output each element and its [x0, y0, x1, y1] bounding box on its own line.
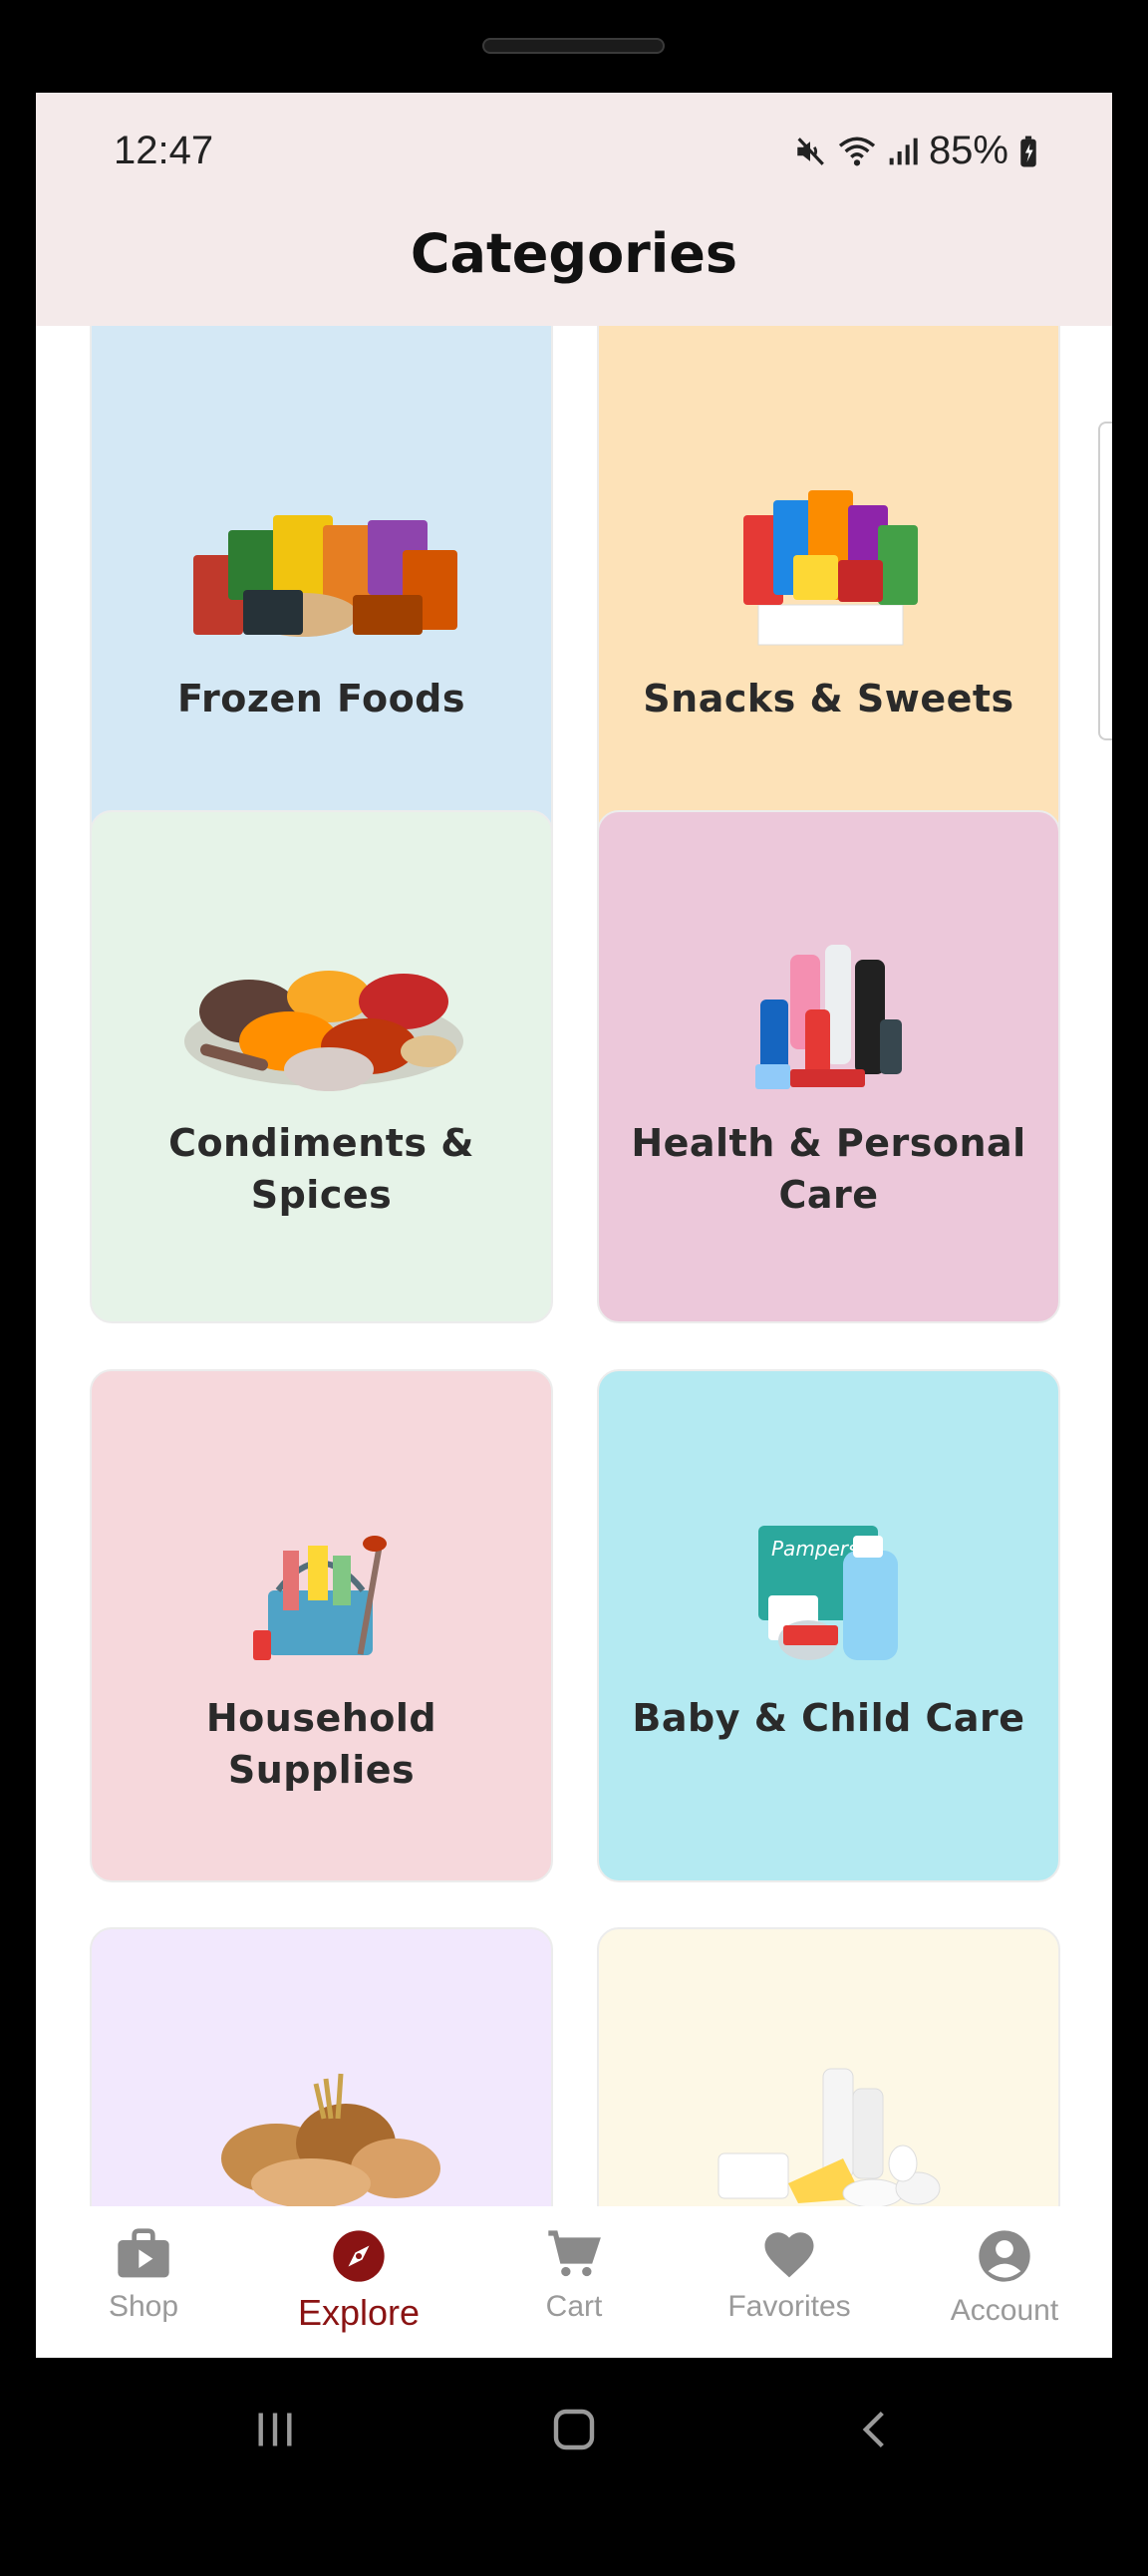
app-screen: Frozen Foods Snacks & Sweets Condiments … [36, 93, 1112, 2358]
frozen-foods-image [193, 515, 457, 637]
nav-label: Account [950, 2294, 1059, 2327]
snacks-sweets-image [743, 490, 918, 646]
home-icon[interactable] [550, 2406, 598, 2453]
category-label: Snacks & Sweets [643, 677, 1014, 720]
page-title: Categories [410, 222, 738, 285]
nav-item-account[interactable]: Account [897, 2206, 1112, 2358]
phone-frame: Frozen Foods Snacks & Sweets Condiments … [0, 0, 1148, 2576]
health-care-image [755, 945, 902, 1089]
app-header: 12:47 85% Categories [36, 93, 1112, 326]
category-label: Baby & Child Care [632, 1696, 1025, 1740]
earpiece-speaker [482, 38, 665, 54]
recent-apps-icon[interactable] [253, 2408, 297, 2451]
nav-label: Favorites [727, 2290, 851, 2323]
category-grid[interactable]: Frozen Foods Snacks & Sweets Condiments … [36, 93, 1112, 2358]
nav-item-shop[interactable]: Shop [36, 2206, 251, 2358]
category-card-condiments-spices[interactable]: Condiments & Spices [90, 810, 553, 1323]
account-icon [979, 2230, 1030, 2282]
category-card-baby-child-care[interactable]: Pampers Baby & Child Care [597, 1369, 1060, 1882]
nav-label: Shop [108, 2290, 179, 2323]
battery-charging-icon [1020, 136, 1036, 166]
category-card-household-supplies[interactable]: Household Supplies [90, 1369, 553, 1882]
shop-bag-icon [118, 2228, 169, 2278]
category-label: Health & Personal Care [631, 1121, 1026, 1217]
bread-image [221, 2073, 440, 2208]
dairy-image [718, 2068, 941, 2208]
status-time: 12:47 [114, 129, 214, 172]
baby-care-image: Pampers [758, 1526, 898, 1660]
signal-icon [889, 138, 918, 164]
category-card-health-personal-care[interactable]: Health & Personal Care [597, 810, 1060, 1323]
heart-icon [764, 2232, 814, 2278]
system-navigation-bar [36, 2358, 1112, 2517]
mute-icon [797, 137, 824, 165]
nav-item-cart[interactable]: Cart [466, 2206, 682, 2358]
status-icons: 85% [793, 129, 1038, 173]
compass-icon [333, 2230, 385, 2282]
category-label: Household Supplies [205, 1696, 437, 1792]
category-label: Condiments & Spices [168, 1121, 474, 1217]
wifi-icon [838, 137, 876, 165]
nav-item-favorites[interactable]: Favorites [682, 2206, 897, 2358]
scrollbar-handle[interactable] [1098, 422, 1112, 740]
nav-label: Explore [297, 2292, 421, 2333]
household-supplies-image [253, 1536, 387, 1660]
back-icon[interactable] [853, 2406, 897, 2453]
battery-percent: 85% [928, 129, 1008, 172]
nav-item-explore[interactable]: Explore [251, 2206, 466, 2358]
nav-label: Cart [545, 2290, 603, 2323]
category-label: Frozen Foods [177, 677, 465, 720]
spices-image [184, 971, 463, 1091]
cart-icon [548, 2230, 601, 2277]
bottom-navigation: Shop Explore Cart Favorites Account [36, 2206, 1112, 2358]
